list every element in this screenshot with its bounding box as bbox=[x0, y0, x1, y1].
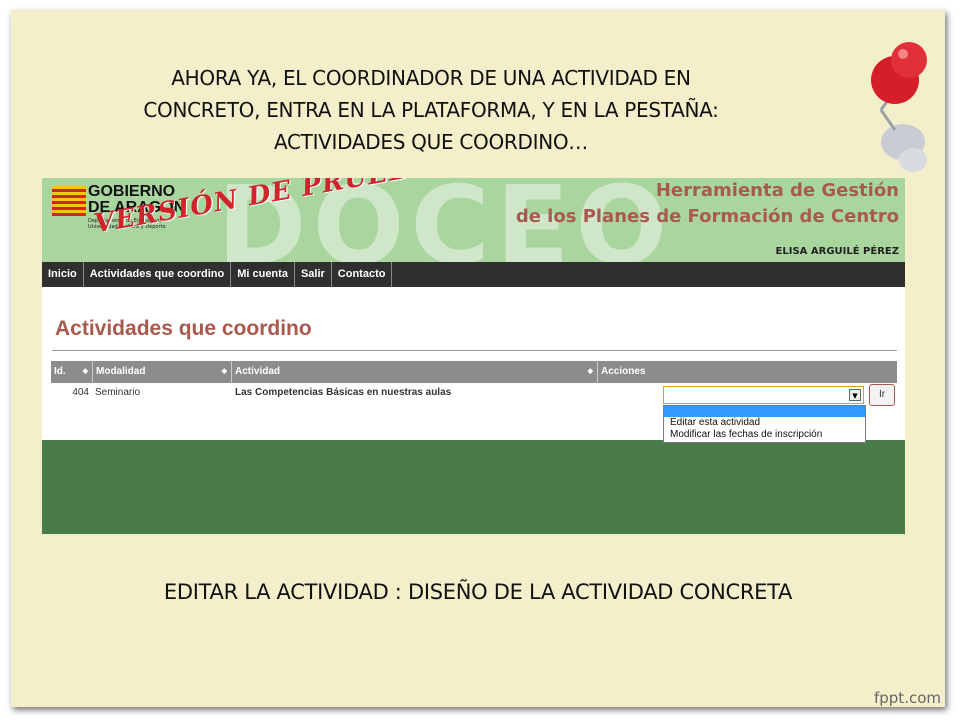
bottom-note: EDITAR LA ACTIVIDAD : DISEÑO DE LA ACTIV… bbox=[163, 580, 793, 604]
aragon-flag-icon bbox=[52, 186, 86, 216]
intro-line-1: AHORA YA, EL COORDINADOR DE UNA ACTIVIDA… bbox=[171, 66, 691, 90]
cell-id: 404 bbox=[72, 387, 89, 398]
sort-icon: ◆ bbox=[587, 368, 593, 375]
app-title-line-1: Herramienta de Gestión bbox=[655, 180, 899, 201]
dropdown-option-empty[interactable] bbox=[664, 406, 865, 417]
intro-text: AHORA YA, EL COORDINADOR DE UNA ACTIVIDA… bbox=[71, 62, 791, 158]
column-header-acciones: Acciones bbox=[598, 361, 897, 383]
nav-item-mi-cuenta[interactable]: Mi cuenta bbox=[231, 262, 295, 287]
intro-line-2: CONCRETO, ENTRA EN LA PLATAFORMA, Y EN L… bbox=[143, 98, 719, 122]
intro-line-3: ACTIVIDADES QUE COORDINO… bbox=[273, 130, 589, 154]
app-footer bbox=[42, 440, 905, 534]
nav-item-actividades-que-coordino[interactable]: Actividades que coordino bbox=[84, 262, 232, 287]
column-header-acciones-label: Acciones bbox=[601, 366, 646, 377]
sort-icon: ◆ bbox=[221, 368, 227, 375]
user-name: ELISA ARGUILÉ PÉREZ bbox=[775, 246, 899, 257]
go-button[interactable]: Ir bbox=[869, 384, 895, 406]
actions-select[interactable]: ▼ bbox=[663, 386, 864, 404]
title-divider bbox=[52, 350, 897, 351]
watermark: fppt.com bbox=[873, 689, 941, 707]
cell-actividad: Las Competencias Básicas en nuestras aul… bbox=[235, 387, 452, 398]
cell-modalidad: Seminario bbox=[95, 387, 141, 398]
nav-item-salir[interactable]: Salir bbox=[295, 262, 332, 287]
app-title-line-2: de los Planes de Formación de Centro bbox=[515, 206, 899, 227]
table-header: Id. ◆ Modalidad ◆ Actividad ◆ Acciones bbox=[51, 361, 897, 383]
main-content: Actividades que coordino Id. ◆ Modalidad… bbox=[42, 287, 905, 443]
dropdown-option-editar[interactable]: Editar esta actividad bbox=[664, 417, 865, 429]
actions-dropdown: Editar esta actividad Modificar las fech… bbox=[663, 405, 866, 443]
app-title: Herramienta de Gestión de los Planes de … bbox=[516, 178, 899, 230]
column-header-id[interactable]: Id. ◆ bbox=[51, 361, 93, 383]
column-header-actividad-label: Actividad bbox=[235, 366, 281, 377]
dropdown-option-modificar-fechas[interactable]: Modificar las fechas de inscripción bbox=[664, 429, 865, 441]
nav-item-inicio[interactable]: Inicio bbox=[42, 262, 84, 287]
app-header: DOCEO GOBIERNO DE ARAGON Departamento de… bbox=[42, 178, 905, 262]
column-header-id-label: Id. bbox=[54, 366, 66, 377]
column-header-actividad[interactable]: Actividad ◆ bbox=[232, 361, 598, 383]
slide: AHORA YA, EL COORDINADOR DE UNA ACTIVIDA… bbox=[11, 10, 945, 707]
app-screenshot: DOCEO GOBIERNO DE ARAGON Departamento de… bbox=[42, 178, 905, 534]
column-header-modalidad[interactable]: Modalidad ◆ bbox=[93, 361, 232, 383]
chevron-down-icon[interactable]: ▼ bbox=[849, 389, 861, 401]
pushpin-icon bbox=[871, 42, 927, 172]
main-nav: Inicio Actividades que coordino Mi cuent… bbox=[42, 262, 905, 287]
nav-item-contacto[interactable]: Contacto bbox=[332, 262, 393, 287]
page-title: Actividades que coordino bbox=[55, 317, 312, 340]
column-header-modalidad-label: Modalidad bbox=[96, 366, 146, 377]
sort-icon: ◆ bbox=[82, 368, 88, 375]
